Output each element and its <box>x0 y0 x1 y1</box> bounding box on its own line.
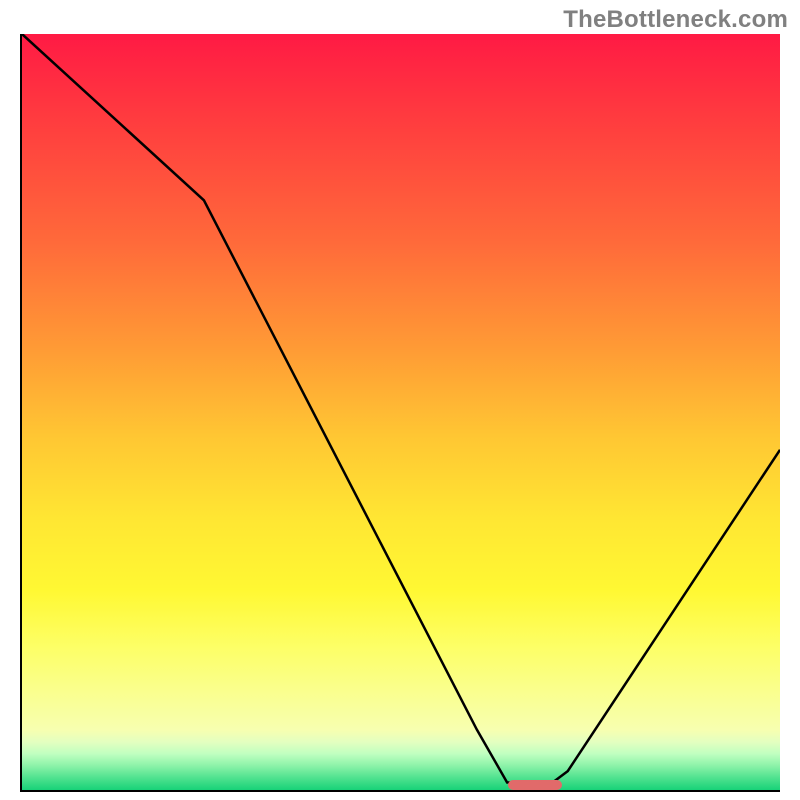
watermark-text: TheBottleneck.com <box>563 6 788 34</box>
line-series <box>22 34 780 790</box>
bottleneck-curve-path <box>22 34 780 782</box>
optimal-marker <box>508 780 561 790</box>
plot-area <box>20 34 780 792</box>
chart-container: TheBottleneck.com <box>0 0 800 800</box>
